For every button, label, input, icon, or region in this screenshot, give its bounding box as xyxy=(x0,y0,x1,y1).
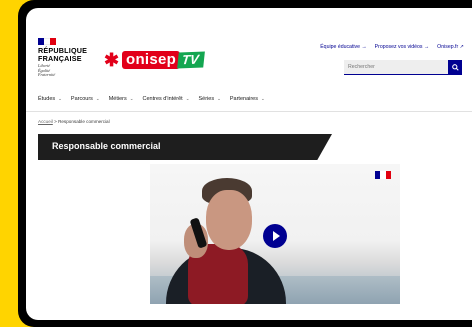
page-title: Responsable commercial xyxy=(52,141,161,151)
french-flag-icon xyxy=(375,171,391,179)
link-onisep-fr[interactable]: Onisep.fr ↗ xyxy=(437,44,464,50)
breadcrumb-separator: > xyxy=(54,119,57,124)
link-equipe-educative[interactable]: Équipe éducative → xyxy=(320,44,366,50)
chevron-down-icon: ⌄ xyxy=(217,96,221,101)
french-flag-icon xyxy=(38,38,56,45)
play-icon xyxy=(272,231,280,241)
logo-text: onisep xyxy=(122,51,181,69)
rf-motto: Liberté Égalité Fraternité xyxy=(38,63,56,78)
breadcrumb-home[interactable]: Accueil xyxy=(38,119,53,124)
search-input[interactable] xyxy=(344,60,448,74)
main-nav: Études ⌄ Parcours ⌄ Métiers ⌄ Centres d'int… xyxy=(38,96,265,102)
search-icon xyxy=(451,63,459,71)
video-person-head xyxy=(206,190,252,250)
logo-tv: TV xyxy=(177,51,205,69)
nav-item-etudes[interactable]: Études ⌄ xyxy=(38,96,62,102)
search-bar xyxy=(344,60,462,75)
video-player[interactable] xyxy=(150,164,400,304)
nav-item-partenaires[interactable]: Partenaires ⌄ xyxy=(230,96,265,102)
chevron-down-icon: ⌄ xyxy=(58,96,62,101)
nav-item-metiers[interactable]: Métiers ⌄ xyxy=(109,96,134,102)
chevron-down-icon: ⌄ xyxy=(129,96,134,101)
link-proposez-videos[interactable]: Proposez vos vidéos → xyxy=(375,44,430,50)
rf-name: RÉPUBLIQUE FRANÇAISE xyxy=(38,46,88,63)
breadcrumb: Accueil > Responsable commercial xyxy=(38,119,110,124)
chevron-down-icon: ⌄ xyxy=(95,96,100,101)
chevron-down-icon: ⌄ xyxy=(261,96,265,101)
header-links: Équipe éducative → Proposez vos vidéos →… xyxy=(320,44,464,50)
onisep-tv-logo[interactable]: ✱ onisep TV xyxy=(104,49,205,71)
breadcrumb-current: Responsable commercial xyxy=(58,119,110,124)
chevron-down-icon: ⌄ xyxy=(185,96,190,101)
nav-item-parcours[interactable]: Parcours ⌄ xyxy=(71,96,100,102)
browser-screen: RÉPUBLIQUE FRANÇAISE Liberté Égalité Fra… xyxy=(26,8,472,320)
search-button[interactable] xyxy=(448,60,462,74)
play-button[interactable] xyxy=(263,224,287,248)
onisep-star-icon: ✱ xyxy=(104,50,120,70)
nav-item-series[interactable]: Séries ⌄ xyxy=(198,96,220,102)
header-divider xyxy=(26,111,472,112)
title-banner: Responsable commercial xyxy=(38,134,332,160)
nav-item-centres-interet[interactable]: Centres d'intérêt ⌄ xyxy=(143,96,190,102)
republique-francaise-logo[interactable]: RÉPUBLIQUE FRANÇAISE Liberté Égalité Fra… xyxy=(38,38,108,78)
